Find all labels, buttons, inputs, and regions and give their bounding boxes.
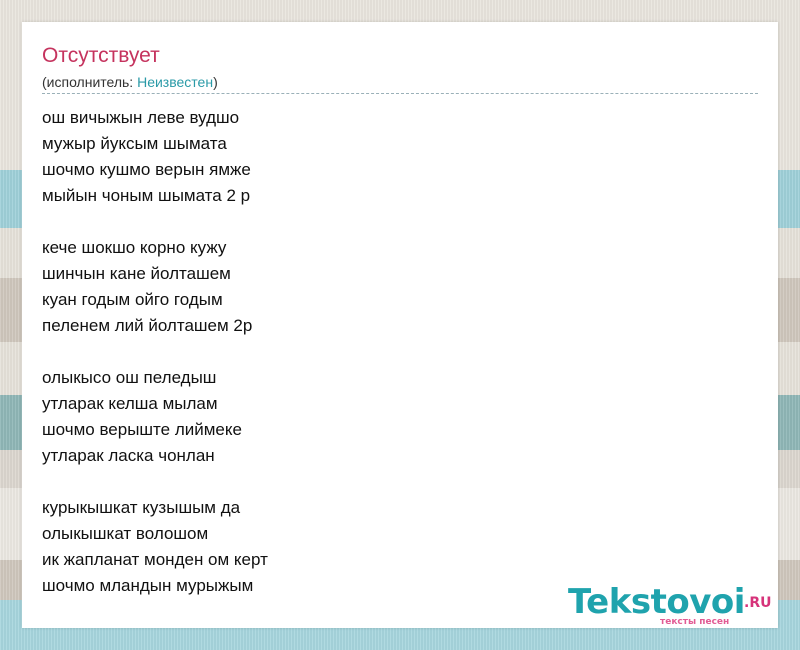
artist-prefix: (исполнитель: [42,74,138,90]
lyric-line: ош вичыжын леве вудшо [42,108,240,127]
lyric-line: ик жапланат монден ом керт [42,550,268,569]
lyric-blank-line [42,209,268,235]
logo-domain: .RU [744,595,772,611]
lyric-line: утларак келша мылам [42,394,218,413]
lyric-line: шочмо кушмо верын ямже [42,160,251,179]
lyrics-text: ош вичыжын леве вудшо мужыр йуксым шымат… [42,105,268,599]
lyric-blank-line [42,469,268,495]
lyric-line: шочмо мландын мурыжым [42,576,254,595]
lyric-line: шочмо верыште лиймеке [42,420,242,439]
lyric-blank-line [42,339,268,365]
lyric-line: утларак ласка чонлан [42,446,215,465]
logo-tagline: тексты песен [660,617,730,627]
logo-wordmark: Tekstovoi [568,582,745,622]
lyrics-card: Отсутствует (исполнитель: Неизвестен) ош… [22,22,778,628]
lyric-line: олыкышкат волошом [42,524,209,543]
lyric-line: мужыр йуксым шымата [42,134,227,153]
artist-link[interactable]: Неизвестен [137,74,213,90]
divider [42,93,758,94]
artist-line: (исполнитель: Неизвестен) [42,73,218,91]
lyric-line: куан годым ойго годым [42,290,223,309]
lyric-line: пеленем лий йолташем 2р [42,316,253,335]
song-title: Отсутствует [42,44,160,67]
lyric-line: кече шокшо корно кужу [42,238,227,257]
artist-suffix: ) [213,74,218,90]
lyric-line: курыкышкат кузышым да [42,498,241,517]
lyric-line: мыйын чоным шымата 2 р [42,186,251,205]
lyric-line: шинчын кане йолташем [42,264,231,283]
site-logo[interactable]: Tekstovoi .RU тексты песен [568,582,773,628]
lyric-line: олыкысо ош пеледыш [42,368,217,387]
